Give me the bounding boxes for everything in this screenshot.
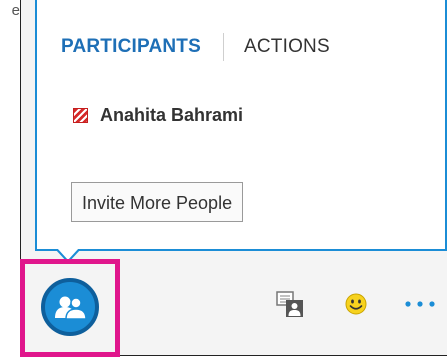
participant-name: Anahita Bahrami: [100, 105, 244, 125]
partially-visible-text: e: [11, 2, 20, 19]
participants-panel: PARTICIPANTS ACTIONS Anahita Bahrami Inv…: [35, 0, 447, 251]
participants-button[interactable]: [41, 278, 99, 336]
emoticon-icon[interactable]: [345, 293, 367, 315]
panel-tabs: PARTICIPANTS ACTIONS: [61, 32, 330, 62]
present-content-icon[interactable]: [276, 290, 304, 318]
invite-more-people-button[interactable]: Invite More People: [71, 182, 244, 222]
participant-item[interactable]: Anahita Bahrami: [73, 105, 243, 126]
busy-status-icon: [73, 108, 88, 123]
more-options-icon[interactable]: [404, 292, 444, 316]
tab-participants[interactable]: PARTICIPANTS: [61, 36, 201, 58]
tab-divider: [222, 33, 224, 61]
tab-actions[interactable]: ACTIONS: [244, 36, 330, 58]
participants-icon: [55, 296, 87, 320]
